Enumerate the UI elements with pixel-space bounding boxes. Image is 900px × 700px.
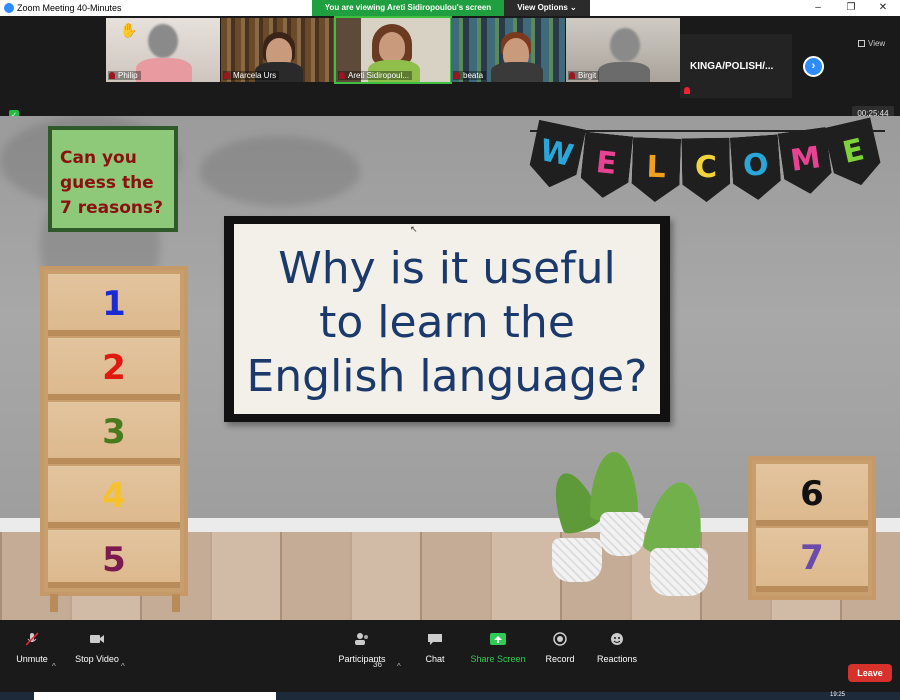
flag-letter: O [741,147,770,184]
bookcase-leg [50,594,58,612]
restore-button[interactable]: ❐ [836,0,866,16]
reactions-button[interactable]: Reactions [577,633,657,664]
chevron-right-icon: › [811,60,816,72]
shelf-cell: 2 [48,338,180,400]
participant-name: Areti Sidiropoul... [338,71,412,80]
flag-letter: L [645,149,667,186]
meeting-toolbar: Unmute ^ Stop Video ^ Participants 36 ^ … [0,620,900,692]
reason-number: 2 [102,348,126,388]
bookcase-leg [172,594,180,612]
person-body [136,58,192,82]
welcome-flag: O [730,134,782,201]
participants-icon [355,633,368,645]
person-body [491,62,543,82]
participants-button[interactable]: Participants [322,633,402,664]
smiley-plus-icon [611,633,623,645]
potted-plants [540,452,720,602]
board-line: Why is it useful [278,243,616,294]
muted-mic-icon [684,87,690,94]
participant-tile-philip[interactable]: ✋ Philip [106,18,220,82]
participant-tile-beata[interactable]: beata [451,18,565,82]
close-button[interactable]: ✕ [868,0,898,16]
question-board: Why is it useful to learn the English la… [224,216,670,422]
welcome-flag: E [579,132,633,201]
participant-tile-kinga[interactable]: KINGA/POLISH/... [680,34,792,98]
minimize-button[interactable]: – [803,0,833,16]
board-text: Why is it useful to learn the English la… [234,242,660,404]
video-camera-icon [90,635,104,643]
plant-shadow-decoration [200,136,360,206]
participant-strip: ✋ Philip Marcela Urs Areti Sidiropoul... [0,16,900,122]
taskbar-search-box[interactable] [34,692,276,700]
reason-number: 1 [102,284,126,324]
record-icon [553,632,567,646]
participant-name: beata [453,71,487,80]
chat-bubble-icon [428,634,442,645]
zoom-logo-icon [4,3,14,13]
plant-pot [650,548,708,596]
question-sign: Can you guess the 7 reasons? [48,126,178,232]
board-line: to learn the [319,297,575,348]
participant-name: Marcela Urs [223,71,280,80]
person-face [379,32,405,62]
left-bookcase: 1 2 3 4 5 [40,266,188,596]
participant-name: KINGA/POLISH/... [690,61,774,72]
flag-letter: E [839,132,868,171]
shelf-cell: 6 [756,464,868,526]
right-bookcase: 6 7 [748,456,876,600]
video-options-caret[interactable]: ^ [121,662,125,671]
reason-number: 4 [102,476,126,516]
screen-share-banner: You are viewing Areti Sidiropoulou's scr… [312,0,504,16]
shelf-cell: 4 [48,466,180,528]
sign-line: 7 reasons? [60,198,164,218]
sign-line: Can you [60,148,137,168]
sign-line: guess the [60,173,154,193]
view-options-button[interactable]: View Options ⌄ [504,0,590,16]
flag-letter: M [788,140,823,179]
shelf-cell: 7 [756,528,868,592]
taskbar-clock: 19:25 [830,692,846,698]
flag-letter: W [536,132,577,175]
window-title: Zoom Meeting 40-Minutes [17,3,122,13]
view-layout-button[interactable]: View [858,39,885,48]
participant-tile-birgit[interactable]: Birgit [566,18,680,82]
board-surface: Why is it useful to learn the English la… [234,224,660,414]
zoom-window: Zoom Meeting 40-Minutes You are viewing … [0,0,900,700]
welcome-flag: E [823,117,884,190]
plant-pot [600,512,644,556]
flag-letter: C [694,149,718,186]
shelf-cell: 5 [48,530,180,588]
reason-number: 5 [102,540,126,580]
stop-video-button[interactable]: Stop Video [57,635,137,664]
shelf-cell: 3 [48,402,180,464]
welcome-flag: L [631,137,681,203]
grid-icon [858,40,865,47]
participant-name: Birgit [568,71,600,80]
muted-microphone-icon [25,632,39,646]
welcome-flag: C [681,138,730,203]
reason-number: 6 [800,474,824,514]
participant-tile-areti[interactable]: Areti Sidiropoul... [334,16,452,84]
board-line: English language? [246,351,648,402]
reason-number: 7 [800,538,824,578]
participant-tile-marcela[interactable]: Marcela Urs [221,18,335,82]
raised-hand-icon: ✋ [120,22,138,38]
blurred-face [148,24,178,58]
participant-name: Philip [108,71,141,80]
reason-number: 3 [102,412,126,452]
participant-count: 36 [373,660,382,669]
shelf-cell: 1 [48,274,180,336]
next-participants-button[interactable]: › [803,56,824,77]
audio-options-caret[interactable]: ^ [52,662,56,671]
leave-button[interactable]: Leave [848,664,892,682]
share-screen-icon [490,633,506,645]
shared-screen-slide: Can you guess the 7 reasons? W E L C O M… [0,116,900,620]
title-bar: Zoom Meeting 40-Minutes You are viewing … [0,0,900,16]
blurred-face [610,28,640,62]
flag-letter: E [594,145,619,182]
windows-taskbar: 19:25 [0,692,900,700]
mouse-cursor-icon: ↖ [410,224,418,234]
plant-pot [552,538,602,582]
person-body [598,62,650,82]
